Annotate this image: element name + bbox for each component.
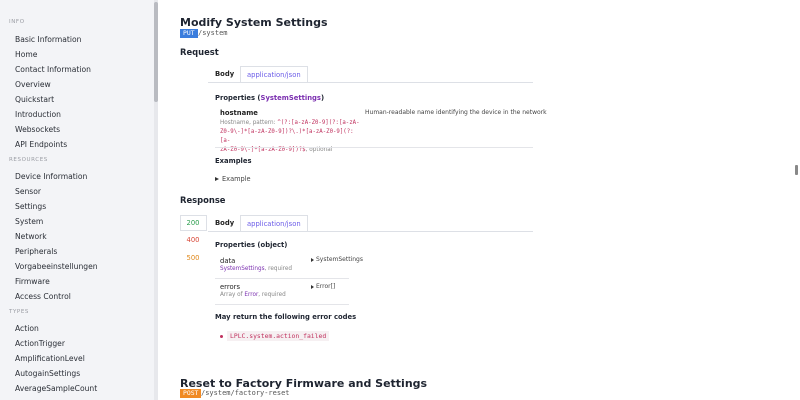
sidebar-section-types: TYPES: [9, 309, 30, 315]
errors-expand-toggle[interactable]: Error[]: [316, 283, 335, 290]
prop-hostname-pattern-1: ^(?:[a-zA-Z0-9](?:[a-zA-: [277, 120, 360, 126]
request-properties-label: Properties (SystemSettings): [215, 94, 324, 102]
response-code-400[interactable]: 400: [181, 236, 205, 244]
sidebar-item-actiontrigger[interactable]: ActionTrigger: [15, 339, 65, 348]
response-code-200[interactable]: 200: [181, 219, 205, 227]
sidebar-section-resources: RESOURCES: [9, 157, 48, 163]
main-content: Modify System Settings PUT /system Reque…: [158, 0, 790, 400]
sidebar-section-info: INFO: [9, 19, 25, 25]
prop-hostname-hint: Hostname, pattern:: [220, 120, 276, 126]
endpoint-title: Modify System Settings: [180, 16, 328, 29]
main-scrollbar-track[interactable]: [793, 0, 800, 400]
prop-hostname-description: Human-readable name identifying the devi…: [365, 109, 547, 116]
system-settings-link[interactable]: SystemSettings: [261, 94, 321, 102]
request-heading: Request: [180, 47, 219, 57]
sidebar-item-quickstart[interactable]: Quickstart: [15, 95, 54, 104]
sidebar-item-device-information[interactable]: Device Information: [15, 172, 87, 181]
errors-divider: [215, 304, 349, 305]
properties-prefix: Properties (: [215, 94, 261, 102]
tab-request-body[interactable]: Body: [215, 70, 234, 78]
response-code-500[interactable]: 500: [181, 254, 205, 262]
sidebar-item-peripherals[interactable]: Peripherals: [15, 247, 57, 256]
errors-expand-icon[interactable]: [311, 285, 314, 289]
data-expand-toggle[interactable]: SystemSettings: [316, 256, 363, 263]
method-badge-put: PUT: [180, 29, 198, 38]
sidebar-item-settings[interactable]: Settings: [15, 202, 46, 211]
sidebar-item-autogainsettings[interactable]: AutogainSettings: [15, 369, 80, 378]
sidebar-item-websockets[interactable]: Websockets: [15, 125, 60, 134]
response-properties-label: Properties (object): [215, 241, 288, 249]
sidebar-item-firmware[interactable]: Firmware: [15, 277, 50, 286]
prop-divider: [215, 147, 533, 148]
sidebar-item-contact-information[interactable]: Contact Information: [15, 65, 91, 74]
tab-response-json[interactable]: application/json: [240, 215, 308, 231]
prop-hostname-pattern-2: Z0-9\-]*[a-zA-Z0-9])?\.)*[a-zA-Z0-9](?:[…: [220, 129, 354, 144]
error-code-chip: LPLC.system.action_failed: [227, 331, 330, 341]
error-codes-heading: May return the following error codes: [215, 313, 357, 321]
prop-data-type: SystemSettings, required: [220, 266, 292, 272]
sidebar-nav: INFO Basic Information Home Contact Info…: [0, 0, 158, 400]
sidebar-item-introduction[interactable]: Introduction: [15, 110, 61, 119]
sidebar-item-system[interactable]: System: [15, 217, 43, 226]
example-triangle-icon[interactable]: [215, 177, 219, 181]
method-badge-post: POST: [180, 389, 202, 398]
data-divider: [215, 278, 349, 279]
endpoint-path: /system: [198, 29, 228, 37]
example-toggle[interactable]: Example: [222, 175, 251, 183]
sidebar-item-action[interactable]: Action: [15, 324, 39, 333]
sidebar-item-access-control[interactable]: Access Control: [15, 292, 71, 301]
prop-data-name: data: [220, 257, 236, 265]
properties-suffix: ): [320, 94, 325, 102]
prop-hostname-schema: Hostname, pattern: ^(?:[a-zA-Z0-9](?:[a-…: [220, 119, 360, 155]
sidebar-item-vorgabeeinstellungen[interactable]: Vorgabeeinstellungen: [15, 262, 98, 271]
sidebar-item-network[interactable]: Network: [15, 232, 47, 241]
errors-required: , required: [258, 292, 286, 298]
errors-prefix: Array of: [220, 292, 245, 298]
prop-errors-type: Array of Error, required: [220, 292, 286, 298]
sidebar-item-averagesamplecount[interactable]: AverageSampleCount: [15, 384, 97, 393]
sidebar-item-basic-information[interactable]: Basic Information: [15, 35, 81, 44]
error-code-bullet: [220, 335, 223, 338]
data-expand-icon[interactable]: [311, 258, 314, 262]
sidebar-item-api-endpoints[interactable]: API Endpoints: [15, 140, 67, 149]
request-tab-divider: [208, 82, 533, 83]
data-type-link[interactable]: SystemSettings: [220, 266, 265, 272]
sidebar-item-overview[interactable]: Overview: [15, 80, 51, 89]
main-scrollbar-thumb[interactable]: [795, 165, 798, 175]
response-tab-divider: [208, 231, 533, 232]
tab-response-body[interactable]: Body: [215, 219, 234, 227]
sidebar-item-home[interactable]: Home: [15, 50, 37, 59]
data-required: , required: [264, 266, 292, 272]
sidebar-item-amplificationlevel[interactable]: AmplificationLevel: [15, 354, 85, 363]
error-type-link[interactable]: Error: [244, 292, 258, 298]
sidebar-item-sensor[interactable]: Sensor: [15, 187, 41, 196]
prop-hostname-name: hostname: [220, 109, 258, 117]
next-endpoint-path: /system/factory-reset: [201, 389, 290, 397]
examples-heading: Examples: [215, 157, 252, 165]
response-heading: Response: [180, 195, 226, 205]
prop-errors-name: errors: [220, 283, 240, 291]
tab-request-json[interactable]: application/json: [240, 66, 308, 82]
